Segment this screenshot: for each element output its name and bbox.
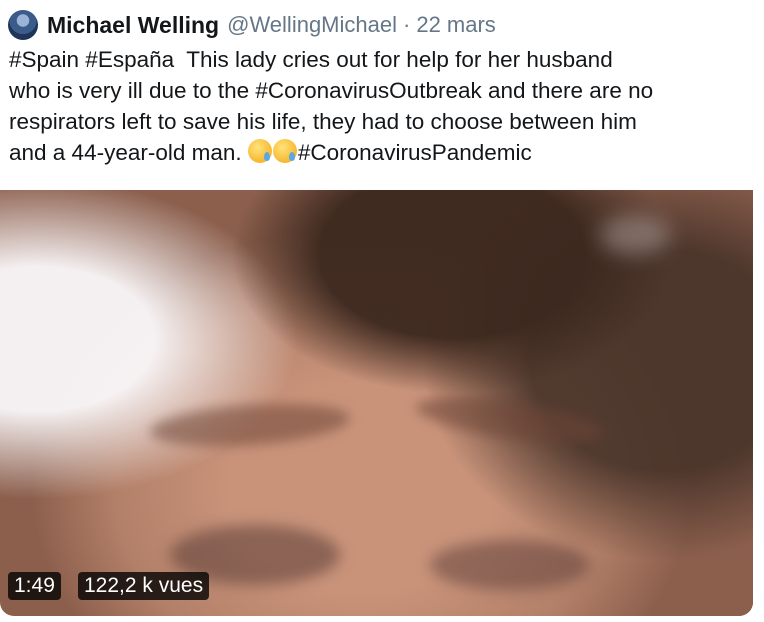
video-duration-badge: 1:49 xyxy=(8,572,61,600)
video-player[interactable]: 1:49 122,2 k vues xyxy=(0,190,753,616)
tweet-date[interactable]: 22 mars xyxy=(416,12,495,38)
author-handle[interactable]: @WellingMichael xyxy=(227,12,397,38)
video-thumbnail xyxy=(0,190,753,616)
tweet-header: Michael Welling @WellingMichael · 22 mar… xyxy=(8,10,496,40)
tweet-text-line: #Spain #España This lady cries out for h… xyxy=(9,47,613,72)
tweet-card: Michael Welling @WellingMichael · 22 mar… xyxy=(0,0,764,622)
hashtag-coronavirus-pandemic[interactable]: #CoronavirusPandemic xyxy=(298,140,532,165)
tweet-text: #Spain #España This lady cries out for h… xyxy=(9,44,753,168)
tweet-text-line: respirators left to save his life, they … xyxy=(9,109,637,134)
crying-face-icon xyxy=(247,139,272,163)
separator: · xyxy=(403,12,411,37)
tweet-text-line: who is very ill due to the #CoronavirusO… xyxy=(9,78,654,103)
crying-face-icon xyxy=(272,139,297,163)
author-name[interactable]: Michael Welling xyxy=(47,12,219,39)
video-views-badge: 122,2 k vues xyxy=(78,572,210,600)
avatar[interactable] xyxy=(8,10,38,40)
tweet-text-line: and a 44-year-old man. xyxy=(9,140,248,165)
